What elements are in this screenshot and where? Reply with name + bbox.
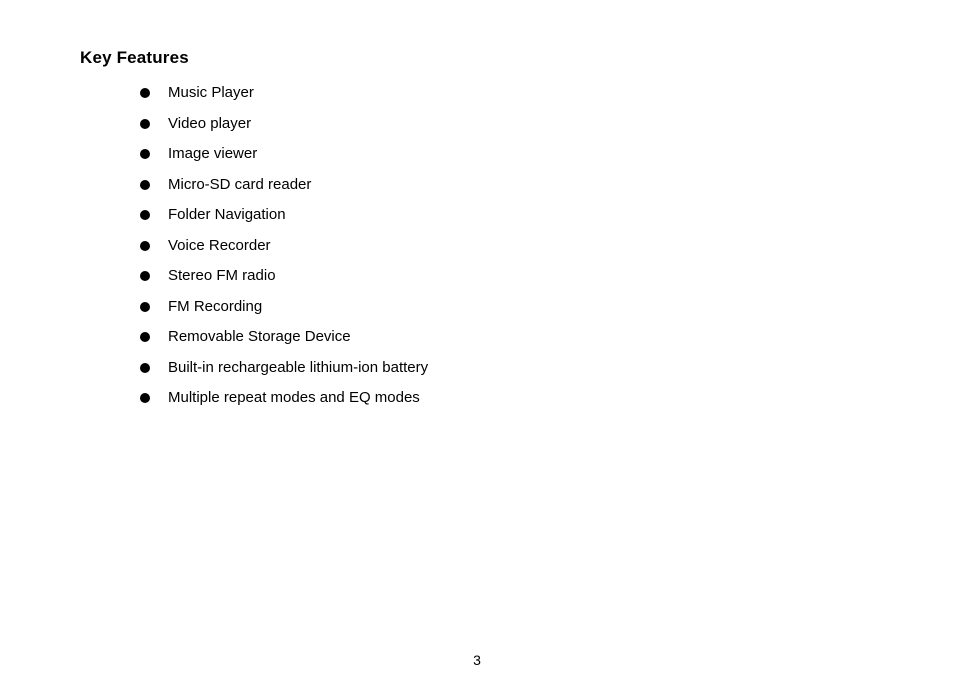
bullet-icon <box>140 180 150 190</box>
bullet-icon <box>140 241 150 251</box>
list-item: Built-in rechargeable lithium-ion batter… <box>140 357 874 380</box>
list-item: Image viewer <box>140 143 874 166</box>
feature-text: Music Player <box>168 82 254 105</box>
feature-text: Micro-SD card reader <box>168 174 311 197</box>
feature-text: FM Recording <box>168 296 262 319</box>
page-number: 3 <box>473 652 481 668</box>
bullet-icon <box>140 119 150 129</box>
features-list: Music Player Video player Image viewer Micr… <box>140 82 874 410</box>
bullet-icon <box>140 302 150 312</box>
list-item: Folder Navigation <box>140 204 874 227</box>
list-item: Music Player <box>140 82 874 105</box>
bullet-icon <box>140 149 150 159</box>
feature-text: Folder Navigation <box>168 204 286 227</box>
bullet-icon <box>140 332 150 342</box>
feature-text: Removable Storage Device <box>168 326 351 349</box>
list-item: Video player <box>140 113 874 136</box>
list-item: FM Recording <box>140 296 874 319</box>
list-item: Micro-SD card reader <box>140 174 874 197</box>
feature-text: Stereo FM radio <box>168 265 276 288</box>
bullet-icon <box>140 210 150 220</box>
list-item: Multiple repeat modes and EQ modes <box>140 387 874 410</box>
feature-text: Built-in rechargeable lithium-ion batter… <box>168 357 428 380</box>
bullet-icon <box>140 88 150 98</box>
bullet-icon <box>140 363 150 373</box>
feature-text: Multiple repeat modes and EQ modes <box>168 387 420 410</box>
list-item: Stereo FM radio <box>140 265 874 288</box>
list-item: Voice Recorder <box>140 235 874 258</box>
bullet-icon <box>140 393 150 403</box>
bullet-icon <box>140 271 150 281</box>
section-title: Key Features <box>80 48 874 68</box>
page-container: Key Features Music Player Video player Ima… <box>0 0 954 700</box>
list-item: Removable Storage Device <box>140 326 874 349</box>
feature-text: Image viewer <box>168 143 257 166</box>
feature-text: Voice Recorder <box>168 235 271 258</box>
feature-text: Video player <box>168 113 251 136</box>
